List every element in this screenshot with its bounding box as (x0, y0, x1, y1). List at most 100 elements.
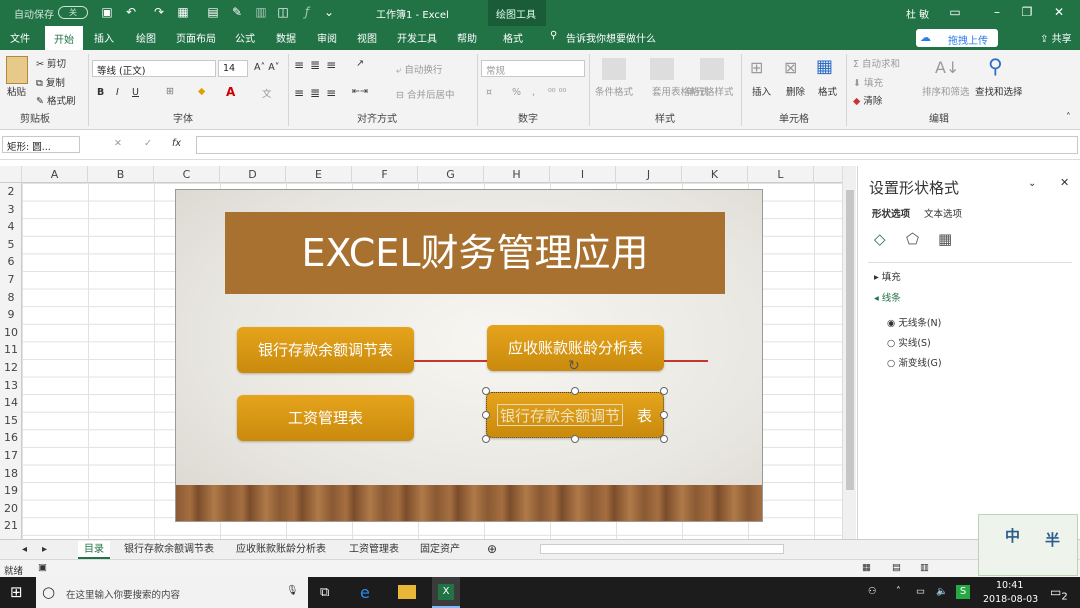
column-header[interactable]: A (22, 166, 88, 183)
font-size-select[interactable]: 14 (218, 60, 248, 77)
row-header[interactable]: 13 (0, 377, 22, 395)
underline-button[interactable]: U (132, 87, 139, 98)
resize-handle[interactable] (660, 387, 668, 395)
indent-icons[interactable]: ⇤⇥ (352, 86, 368, 97)
row-header[interactable]: 18 (0, 465, 22, 483)
fill-section[interactable]: ▸ 填充 (874, 269, 901, 283)
select-all-corner[interactable] (0, 166, 22, 183)
insert-cells-icon[interactable]: ⊞ (750, 58, 763, 77)
wrap-text-button[interactable]: ⤶ 自动换行 (396, 62, 442, 76)
upload-button[interactable]: ☁ 拖拽上传 (916, 29, 998, 47)
column-header[interactable]: H (484, 166, 550, 183)
column-header[interactable]: K (682, 166, 748, 183)
column-header[interactable]: G (418, 166, 484, 183)
prev-sheet-icon[interactable]: ◂ (16, 541, 33, 559)
insert-function-icon[interactable]: fx (172, 138, 181, 149)
row-header[interactable]: 9 (0, 306, 22, 324)
grow-font-icon[interactable]: A˄ A˅ (254, 62, 280, 73)
row-header[interactable]: 6 (0, 253, 22, 271)
picture-slide[interactable]: EXCEL财务管理应用 银行存款余额调节表 应收账款账龄分析表 工资管理表 银行… (175, 189, 763, 522)
paste-icon[interactable] (6, 56, 28, 84)
column-header[interactable]: F (352, 166, 418, 183)
conditional-format-icon[interactable] (602, 58, 626, 80)
column-header[interactable]: B (88, 166, 154, 183)
horizontal-scrollbar[interactable] (540, 544, 784, 554)
valign-icons[interactable]: ≡≣≡ (294, 58, 342, 72)
resize-handle[interactable] (482, 411, 490, 419)
taskbar-search-input[interactable]: 在这里输入你要搜索的内容 (66, 587, 180, 601)
row-header[interactable]: 8 (0, 289, 22, 307)
payroll-button[interactable]: 工资管理表 (237, 395, 414, 441)
tab-format[interactable]: 格式 (503, 30, 523, 45)
comma-icon[interactable]: , (532, 87, 535, 98)
page-layout-view-icon[interactable]: ▤ (892, 562, 901, 573)
tab-data[interactable]: 数据 (276, 30, 296, 45)
collapse-ribbon-icon[interactable]: ˄ (1066, 112, 1071, 123)
cell-styles-button[interactable]: 单元格样式 (686, 84, 734, 98)
effects-icon[interactable]: ⬠ (906, 230, 919, 248)
undo-icon[interactable]: ↶ (124, 5, 138, 19)
resize-handle[interactable] (660, 411, 668, 419)
user-name[interactable]: 杜 敏 (906, 6, 929, 21)
halign-icons[interactable]: ≡≣≡ (294, 86, 342, 100)
excel-taskbar-icon[interactable]: X (432, 577, 460, 608)
normal-view-icon[interactable]: ▦ (862, 562, 871, 573)
resize-handle[interactable] (571, 435, 579, 443)
vertical-scrollbar[interactable] (842, 166, 856, 539)
format-cells-button[interactable]: 格式 (818, 84, 837, 98)
enter-icon[interactable]: ✓ (144, 138, 152, 149)
file-explorer-icon[interactable] (398, 585, 416, 599)
sheet-tab-contents[interactable]: 目录 (78, 541, 110, 559)
italic-button[interactable]: I (116, 87, 119, 98)
sheet-tab-payroll[interactable]: 工资管理表 (343, 541, 405, 559)
merge-center-button[interactable]: ⊟ 合并后居中 (396, 87, 455, 101)
restore-icon[interactable]: ❐ (1020, 5, 1034, 19)
delete-cells-button[interactable]: 删除 (786, 84, 805, 98)
network-icon[interactable]: ▭ (916, 586, 925, 597)
pane-close-icon[interactable]: ✕ (1060, 176, 1069, 189)
table-icon[interactable]: ▦ (176, 5, 190, 19)
tab-text-options[interactable]: 文本选项 (924, 206, 962, 220)
pane-options-icon[interactable]: ⌄ (1028, 178, 1036, 189)
row-header[interactable]: 4 (0, 218, 22, 236)
resize-handle[interactable] (482, 435, 490, 443)
row-header[interactable]: 14 (0, 394, 22, 412)
format-painter-button[interactable]: ✎ 格式刷 (36, 93, 76, 107)
row-header[interactable]: 15 (0, 412, 22, 430)
format-cells-icon[interactable]: ▦ (816, 56, 833, 77)
rotate-handle-icon[interactable]: ↻ (568, 358, 580, 374)
table-style-icon[interactable] (650, 58, 674, 80)
resize-handle[interactable] (660, 435, 668, 443)
selected-shape-text[interactable]: 银行存款余额调节 (497, 404, 624, 426)
column-header[interactable]: J (616, 166, 682, 183)
page-break-view-icon[interactable]: ▥ (920, 562, 929, 573)
redo-icon[interactable]: ↷ (152, 5, 166, 19)
clock-date[interactable]: 2018-08-03 (983, 594, 1038, 605)
cell-style-icon[interactable] (700, 58, 724, 80)
bank-reconciliation-button[interactable]: 银行存款余额调节表 (237, 327, 414, 373)
tab-insert[interactable]: 插入 (94, 30, 114, 45)
sheet-icon[interactable]: ▥ (254, 5, 268, 19)
mic-icon[interactable]: 🎙 (286, 585, 298, 596)
resize-handle[interactable] (571, 387, 579, 395)
conditional-format-button[interactable]: 条件格式 (595, 84, 633, 98)
sort-icon[interactable]: A↓ (935, 58, 959, 77)
next-sheet-icon[interactable]: ▸ (36, 541, 53, 559)
minimize-icon[interactable]: – (990, 5, 1004, 19)
taskbar-search[interactable]: ○ 在这里输入你要搜索的内容 🎙 (36, 577, 308, 608)
row-header[interactable]: 11 (0, 341, 22, 359)
ribbon-display-icon[interactable]: ▭ (948, 5, 962, 19)
sort-filter-button[interactable]: 排序和筛选 (922, 84, 970, 98)
font-color-icon[interactable]: A (226, 85, 235, 99)
tab-formulas[interactable]: 公式 (235, 30, 255, 45)
sheet-tab-receivables[interactable]: 应收账款账龄分析表 (230, 541, 332, 559)
slide-title[interactable]: EXCEL财务管理应用 (225, 212, 725, 294)
copy-button[interactable]: ⧉ 复制 (36, 75, 65, 89)
function-icon[interactable]: ƒ (300, 5, 314, 19)
resize-handle[interactable] (482, 387, 490, 395)
sheet-tab-assets[interactable]: 固定资产 (414, 541, 466, 559)
delete-cells-icon[interactable]: ⊠ (784, 58, 797, 77)
find-select-button[interactable]: 查找和选择 (975, 84, 1023, 98)
cut-button[interactable]: ✂ 剪切 (36, 56, 66, 70)
tab-developer[interactable]: 开发工具 (397, 30, 437, 45)
